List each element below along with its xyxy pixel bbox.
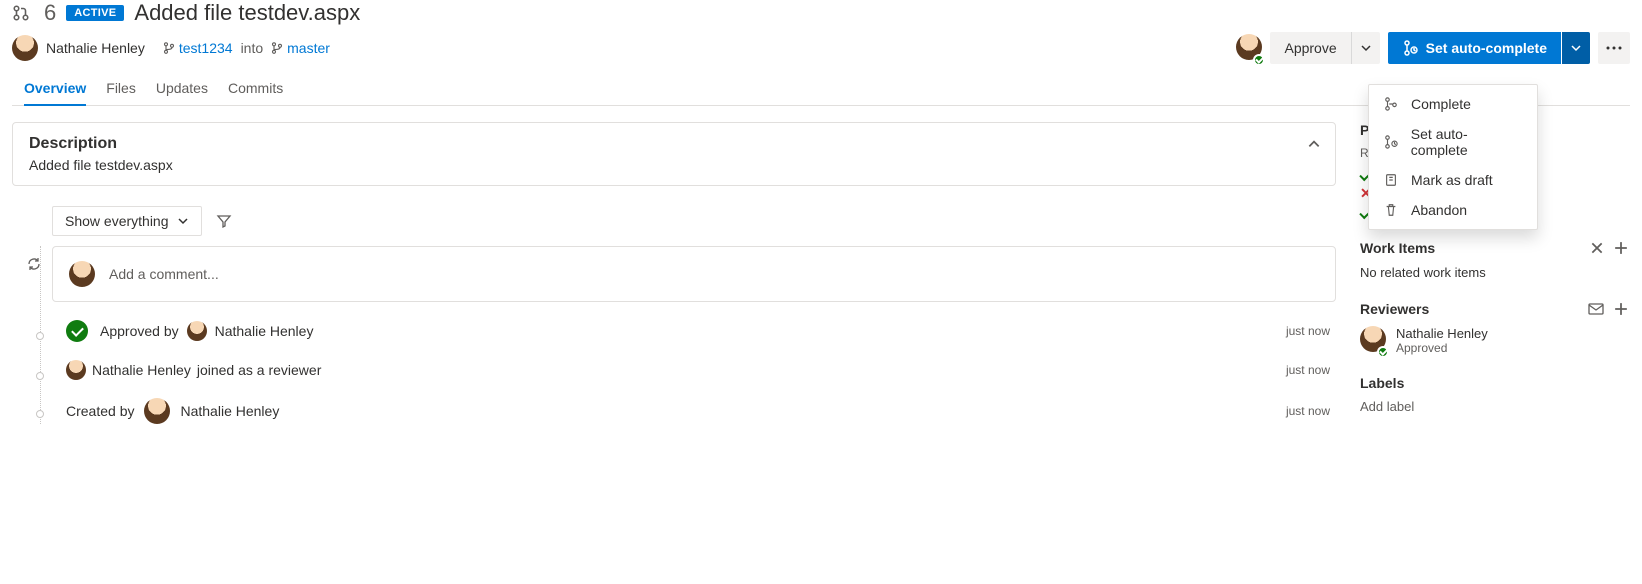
- into-label: into: [241, 40, 264, 56]
- tab-commits[interactable]: Commits: [228, 72, 283, 105]
- description-heading: Description: [29, 135, 1319, 153]
- tab-files[interactable]: Files: [106, 72, 136, 105]
- chevron-down-icon: [1570, 42, 1582, 54]
- collapse-button[interactable]: [1303, 133, 1325, 155]
- filter-icon: [216, 213, 232, 229]
- work-items-section: Work Items No related work items: [1360, 239, 1630, 280]
- menu-item-abandon[interactable]: Abandon: [1369, 195, 1537, 225]
- user-avatar: [66, 360, 86, 380]
- filter-button[interactable]: [212, 209, 236, 233]
- set-autocomplete-button[interactable]: Set auto-complete: [1388, 32, 1561, 64]
- tab-overview[interactable]: Overview: [24, 72, 86, 106]
- event-time: just now: [1286, 324, 1336, 338]
- user-avatar: [144, 398, 170, 424]
- event-time: just now: [1286, 363, 1336, 377]
- activity-event: Approved by Nathalie Henley just now: [26, 320, 1336, 342]
- event-time: just now: [1286, 404, 1336, 418]
- reviewers-heading: Reviewers: [1360, 301, 1429, 317]
- add-label-input[interactable]: Add label: [1360, 399, 1630, 414]
- reviewers-section: Reviewers Nathalie Henley App: [1360, 300, 1630, 355]
- merge-icon: [1383, 97, 1399, 111]
- plus-icon: [1614, 302, 1628, 316]
- reviewer-row[interactable]: Nathalie Henley Approved: [1360, 326, 1630, 355]
- reviewer-name: Nathalie Henley: [1396, 326, 1488, 341]
- menu-item-mark-draft[interactable]: Mark as draft: [1369, 165, 1537, 195]
- description-card: Description Added file testdev.aspx: [12, 122, 1336, 186]
- refresh-icon: [26, 256, 42, 272]
- remove-work-item-button[interactable]: [1588, 239, 1606, 257]
- add-reviewer-button[interactable]: [1612, 300, 1630, 318]
- approved-check-icon: [1253, 54, 1265, 66]
- target-branch-link[interactable]: master: [287, 40, 330, 56]
- pr-number: 6: [44, 0, 56, 26]
- user-avatar: [187, 321, 207, 341]
- approve-dropdown-button[interactable]: [1352, 32, 1380, 64]
- approved-check-icon: [1377, 346, 1389, 358]
- reviewer-status: Approved: [1396, 341, 1488, 355]
- work-items-empty: No related work items: [1360, 265, 1630, 280]
- self-avatar: [69, 261, 95, 287]
- reviewer-avatar-header[interactable]: [1236, 34, 1262, 63]
- menu-item-set-autocomplete[interactable]: Set auto-complete: [1369, 119, 1537, 165]
- close-icon: [1590, 241, 1604, 255]
- mail-icon: [1588, 302, 1604, 316]
- author-avatar: [12, 35, 38, 61]
- comment-placeholder: Add a comment...: [109, 266, 219, 282]
- autocomplete-split-button[interactable]: Set auto-complete: [1388, 32, 1590, 64]
- activity-event: Created by Nathalie Henley just now: [26, 398, 1336, 424]
- add-work-item-button[interactable]: [1612, 239, 1630, 257]
- trash-icon: [1383, 203, 1399, 217]
- approve-button[interactable]: Approve: [1270, 32, 1350, 64]
- branch-icon: [271, 42, 283, 54]
- autocomplete-icon: [1383, 135, 1399, 149]
- activity-filter-select[interactable]: Show everything: [52, 206, 202, 236]
- tab-updates[interactable]: Updates: [156, 72, 208, 105]
- work-items-heading: Work Items: [1360, 240, 1435, 256]
- branch-info: test1234 into master: [163, 40, 330, 56]
- author-name: Nathalie Henley: [46, 40, 145, 56]
- menu-item-complete[interactable]: Complete: [1369, 89, 1537, 119]
- more-actions-button[interactable]: [1598, 32, 1630, 64]
- chevron-up-icon: [1307, 137, 1321, 151]
- autocomplete-dropdown-button[interactable]: [1562, 32, 1590, 64]
- approve-split-button[interactable]: Approve: [1270, 32, 1379, 64]
- mail-reviewers-button[interactable]: [1586, 300, 1606, 318]
- page-title: Added file testdev.aspx: [134, 0, 360, 26]
- description-body: Added file testdev.aspx: [29, 157, 1319, 173]
- chevron-down-icon: [1360, 42, 1372, 54]
- labels-heading: Labels: [1360, 375, 1630, 391]
- plus-icon: [1614, 241, 1628, 255]
- activity-event: Nathalie Henley joined as a reviewer jus…: [26, 360, 1336, 380]
- pr-icon: [12, 4, 30, 22]
- author: Nathalie Henley: [12, 35, 145, 61]
- ellipsis-icon: [1606, 46, 1622, 50]
- status-badge: ACTIVE: [66, 5, 124, 21]
- comment-input[interactable]: Add a comment...: [52, 246, 1336, 302]
- autocomplete-menu: Complete Set auto-complete Mark as draft…: [1368, 84, 1538, 230]
- autocomplete-icon: [1402, 40, 1418, 56]
- draft-icon: [1383, 173, 1399, 187]
- approved-icon: [66, 320, 88, 342]
- labels-section: Labels Add label: [1360, 375, 1630, 414]
- source-branch-link[interactable]: test1234: [179, 40, 233, 56]
- chevron-down-icon: [177, 215, 189, 227]
- branch-icon: [163, 42, 175, 54]
